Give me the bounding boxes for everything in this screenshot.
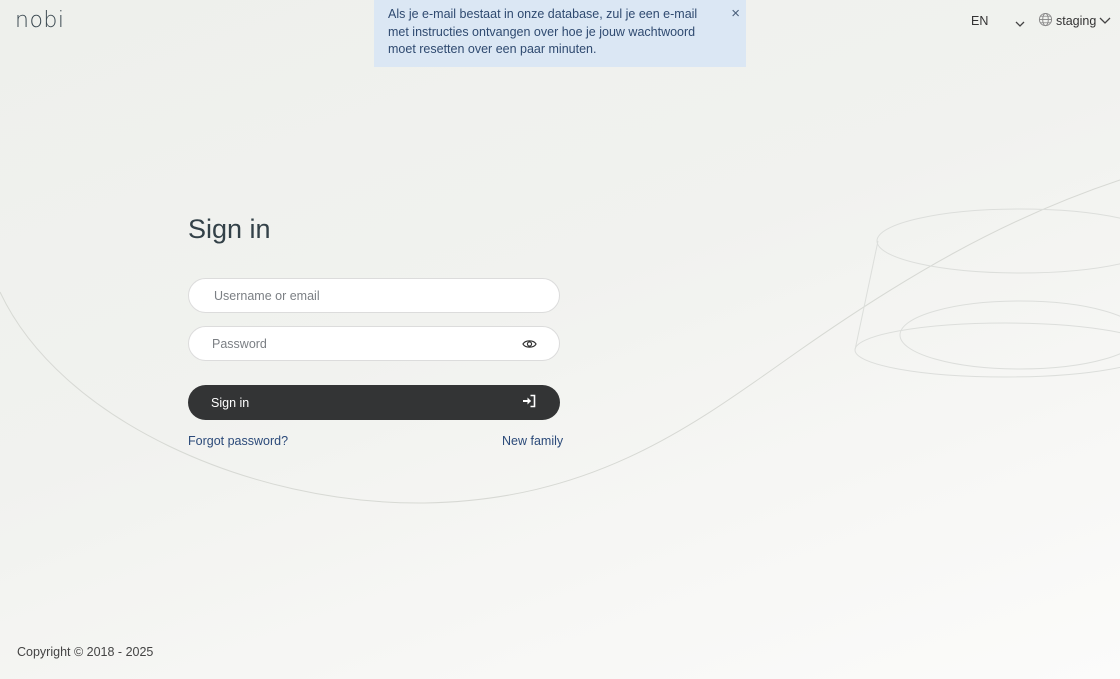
sign-in-button[interactable]: Sign in (188, 385, 560, 420)
info-toast: Als je e-mail bestaat in onze database, … (374, 0, 746, 67)
password-input[interactable] (210, 335, 515, 352)
username-field[interactable] (188, 278, 560, 313)
username-input[interactable] (212, 287, 559, 304)
sign-in-button-label: Sign in (211, 395, 250, 410)
environment-selector[interactable]: staging (1038, 12, 1111, 30)
copyright-text: Copyright © 2018 - 2025 (17, 645, 154, 659)
sign-in-arrow-icon (522, 394, 536, 411)
nobi-logo: nobi (15, 8, 65, 33)
new-family-link[interactable]: New family (502, 434, 563, 448)
background-decoration (0, 179, 1120, 504)
close-icon[interactable]: × (731, 6, 740, 22)
password-field[interactable] (188, 326, 560, 361)
chevron-down-icon[interactable] (1015, 16, 1025, 34)
globe-icon (1038, 12, 1053, 30)
chevron-down-icon (1099, 14, 1111, 28)
eye-icon[interactable] (522, 337, 537, 356)
toast-message: Als je e-mail bestaat in onze database, … (388, 7, 698, 56)
forgot-password-link[interactable]: Forgot password? (188, 434, 288, 448)
page-title: Sign in (188, 214, 271, 244)
environment-label: staging (1056, 14, 1097, 28)
language-selector[interactable]: EN (971, 14, 988, 28)
